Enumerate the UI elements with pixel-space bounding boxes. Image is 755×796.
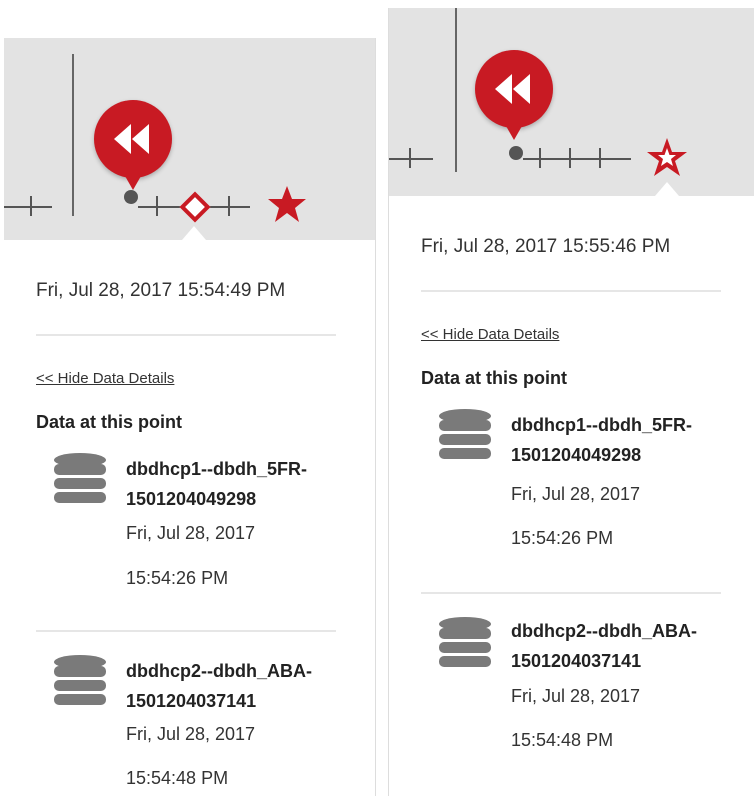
section-title: Data at this point (421, 368, 568, 388)
timeline-tick (599, 148, 601, 168)
snapshot-name: dbdhcp2--dbdh_ABA- 1501204037141 (126, 656, 346, 716)
hide-data-details-link[interactable]: << Hide Data Details (36, 370, 174, 387)
rewind-icon (495, 74, 530, 104)
database-icon (54, 655, 106, 705)
divider (36, 334, 336, 336)
timeline-start-dot (509, 146, 523, 160)
timeline-strip (4, 38, 375, 240)
timeline-cursor-line (72, 54, 74, 216)
rewind-button[interactable] (94, 100, 172, 190)
divider (421, 592, 721, 594)
snapshot-name-line1: dbdhcp2--dbdh_ABA- (511, 621, 697, 641)
snapshot-name-line1: dbdhcp2--dbdh_ABA- (126, 661, 312, 681)
diamond-marker-icon[interactable] (179, 191, 211, 223)
snapshot-name: dbdhcp1--dbdh_5FR- 1501204049298 (126, 454, 346, 514)
snapshot-time: 15:54:48 PM (126, 768, 229, 788)
star-icon[interactable] (645, 136, 689, 178)
snapshot-name-line1: dbdhcp1--dbdh_5FR- (126, 459, 307, 479)
snapshot-name-line2: 1501204037141 (126, 691, 257, 711)
popover-pointer (655, 182, 679, 196)
snapshot-name-line2: 1501204049298 (511, 445, 642, 465)
snapshot-name-line2: 1501204049298 (126, 489, 257, 509)
data-details-panel-right: Fri, Jul 28, 2017 15:55:46 PM << Hide Da… (388, 8, 754, 796)
rewind-icon (114, 124, 149, 154)
snapshot-date: Fri, Jul 28, 2017 (511, 484, 641, 504)
timeline-tick (228, 196, 230, 216)
snapshot-name-line1: dbdhcp1--dbdh_5FR- (511, 415, 692, 435)
timeline-tick (30, 196, 32, 216)
timeline-cursor-line (455, 8, 457, 172)
selected-timestamp: Fri, Jul 28, 2017 15:55:46 PM (421, 236, 671, 257)
snapshot-time: 15:54:48 PM (511, 730, 614, 750)
snapshot-name-line2: 1501204037141 (511, 651, 642, 671)
popover-pointer (182, 226, 206, 240)
snapshot-time: 15:54:26 PM (126, 568, 229, 588)
database-icon (439, 409, 491, 459)
timeline-tick (409, 148, 411, 168)
timeline-strip (389, 8, 754, 196)
snapshot-date: Fri, Jul 28, 2017 (126, 724, 256, 744)
timeline-axis (4, 206, 52, 208)
timeline-tick (156, 196, 158, 216)
data-details-panel-left: Fri, Jul 28, 2017 15:54:49 PM << Hide Da… (4, 38, 376, 796)
snapshot-time: 15:54:26 PM (511, 528, 614, 548)
snapshot-date: Fri, Jul 28, 2017 (126, 523, 256, 543)
timeline-tick (539, 148, 541, 168)
divider (421, 290, 721, 292)
divider (36, 630, 336, 632)
star-icon[interactable] (266, 184, 308, 224)
section-title: Data at this point (36, 412, 183, 432)
hide-data-details-link[interactable]: << Hide Data Details (421, 326, 559, 343)
timeline-axis (389, 158, 433, 160)
timeline-start-dot (124, 190, 138, 204)
rewind-button[interactable] (475, 50, 553, 140)
snapshot-name: dbdhcp1--dbdh_5FR- 1501204049298 (511, 410, 731, 470)
database-icon (54, 453, 106, 503)
timeline-tick (569, 148, 571, 168)
database-icon (439, 617, 491, 667)
snapshot-date: Fri, Jul 28, 2017 (511, 686, 641, 706)
snapshot-name: dbdhcp2--dbdh_ABA- 1501204037141 (511, 616, 731, 676)
selected-timestamp: Fri, Jul 28, 2017 15:54:49 PM (36, 280, 286, 301)
